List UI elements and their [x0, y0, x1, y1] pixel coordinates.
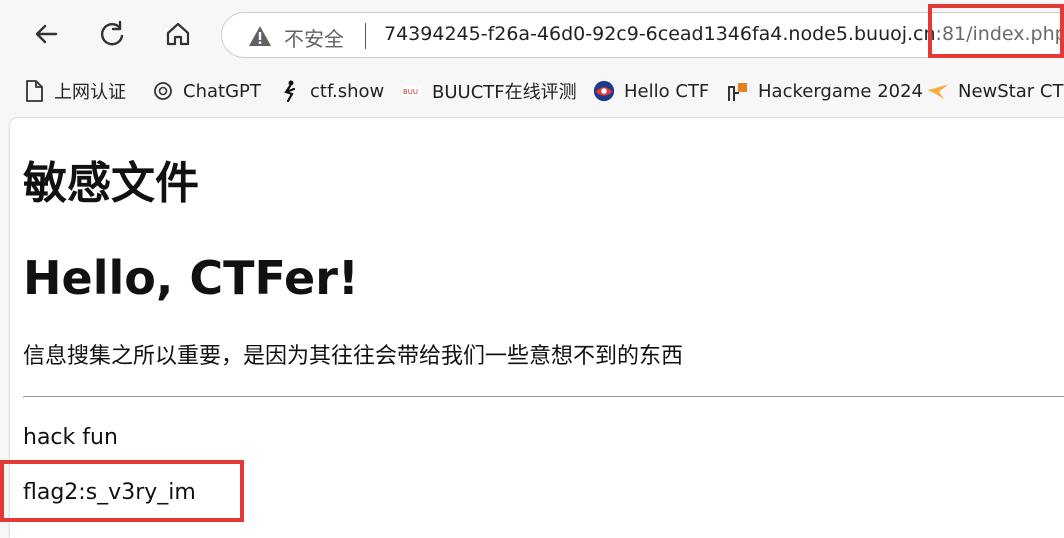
bookmark-item[interactable]: Hello CTF	[592, 76, 709, 106]
page-subheading: Hello, CTFer!	[23, 251, 359, 305]
divider	[23, 396, 1064, 397]
page-paragraph: 信息搜集之所以重要，是因为其往往会带给我们一些意想不到的东西	[23, 344, 684, 369]
document-icon	[22, 79, 46, 103]
reload-icon	[101, 20, 124, 46]
bookmark-item[interactable]: ChatGPT	[151, 76, 261, 106]
bookmark-item[interactable]: Hackergame 2024	[726, 76, 923, 106]
home-button[interactable]	[158, 14, 198, 54]
hackergame-icon	[726, 79, 750, 103]
buuctf-icon: BUU	[400, 79, 424, 103]
bookmark-label: Hello CTF	[624, 80, 710, 102]
warning-triangle-icon[interactable]	[248, 24, 272, 48]
security-label[interactable]: 不安全	[284, 23, 344, 52]
svg-text:BUU: BUU	[403, 88, 418, 96]
url-divider	[365, 23, 366, 49]
reload-button[interactable]	[92, 14, 132, 54]
bookmark-label: ctf.show	[310, 80, 385, 102]
flag-highlight-box	[0, 460, 244, 522]
home-icon	[166, 22, 190, 46]
bookmark-item[interactable]: NewStar CTF	[926, 76, 1064, 106]
bookmark-label: BUUCTF在线评测	[432, 82, 577, 103]
back-button[interactable]	[26, 14, 66, 54]
bookmark-item[interactable]: 上网认证	[22, 76, 126, 106]
page-heading: 敏感文件	[23, 158, 199, 209]
bookmark-label: Hackergame 2024	[758, 80, 923, 102]
bookmark-label: ChatGPT	[183, 80, 261, 102]
bookmark-label: 上网认证	[54, 82, 126, 103]
ctfshow-icon	[278, 79, 302, 103]
bookmark-item[interactable]: BUU BUUCTF在线评测	[400, 76, 577, 106]
back-arrow-icon	[35, 24, 58, 44]
newstar-icon	[926, 79, 950, 103]
url-host: 74394245-f26a-46d0-92c9-6cead1346fa4.nod…	[384, 23, 936, 45]
hack-fun-text: hack fun	[23, 425, 118, 450]
chatgpt-icon	[151, 79, 175, 103]
url-highlight-box	[928, 4, 1064, 58]
hellolctf-icon	[592, 79, 616, 103]
bookmarks-bar: 上网认证 ChatGPT ctf.show BUU BUUCTF在线评测 Hel…	[0, 70, 1064, 112]
browser-toolbar: 不安全 74394245-f26a-46d0-92c9-6cead1346fa4…	[0, 0, 1064, 70]
bookmark-label: NewStar CTF	[958, 80, 1064, 102]
bookmark-item[interactable]: ctf.show	[278, 76, 384, 106]
